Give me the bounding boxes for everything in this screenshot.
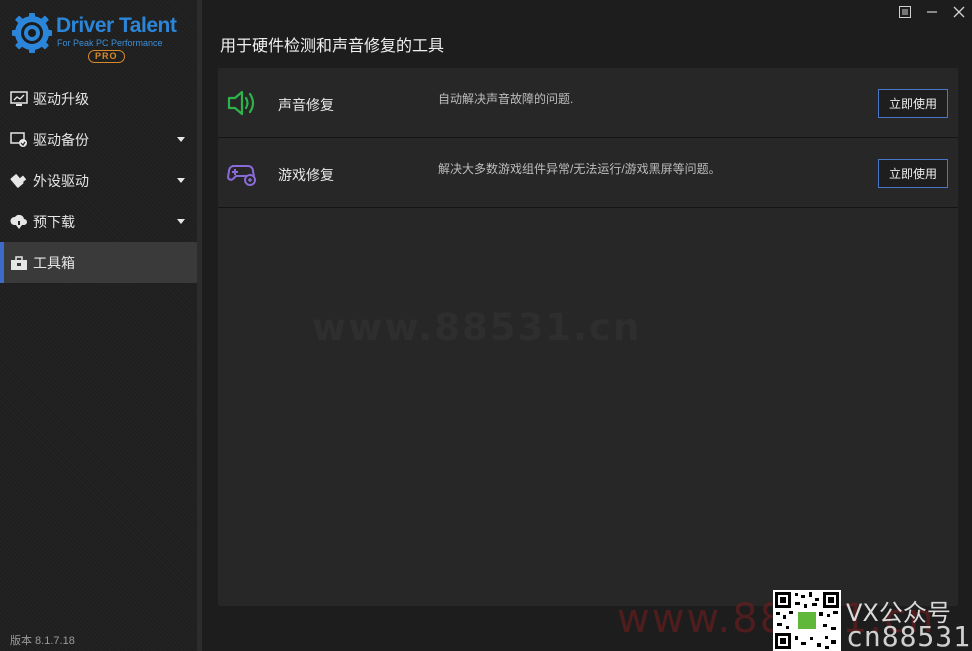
version-label: 版本 8.1.7.18 [10,635,75,647]
sidebar-item-label: 工具箱 [33,254,75,271]
tool-description: 解决大多数游戏组件异常/无法运行/游戏黑屏等问题。 [438,162,721,176]
close-button[interactable] [945,0,972,24]
minimize-button[interactable] [918,0,945,24]
page-title: 用于硬件检测和声音修复的工具 [220,38,445,55]
chevron-down-icon [177,137,185,142]
backup-icon [10,131,27,147]
menu-icon [898,6,911,18]
sidebar-item-driver-backup[interactable]: 驱动备份 [0,119,197,160]
app-logo: Driver Talent For Peak PC Performance PR… [10,10,190,66]
driver-talent-window: Driver Talent For Peak PC Performance PR… [0,0,972,651]
sidebar-item-peripheral-drivers[interactable]: 外设驱动 [0,160,197,201]
monitor-icon [10,90,28,106]
sidebar-item-label: 预下载 [33,213,75,230]
sidebar-item-driver-upgrade[interactable]: 驱动升级 [0,78,197,119]
gamepad-icon [226,165,256,186]
tool-row-sound-repair: 声音修复 自动解决声音故障的问题. 立即使用 [218,68,958,138]
logo-subtitle: For Peak PC Performance [57,38,163,48]
close-icon [953,6,964,18]
use-now-button[interactable]: 立即使用 [878,89,948,118]
qr-code-icon [773,590,841,651]
logo-title: Driver Talent [56,14,177,37]
sidebar-item-label: 驱动备份 [33,131,89,148]
tool-name: 声音修复 [278,97,334,113]
tool-name: 游戏修复 [278,167,334,183]
sidebar-nav: 驱动升级 驱动备份 外设驱动 预下载 工具箱 [0,78,197,283]
toolbox-icon [11,255,27,270]
minimize-icon [926,11,937,13]
sidebar-item-label: 驱动升级 [33,90,89,107]
tool-description: 自动解决声音故障的问题. [438,92,574,106]
chevron-down-icon [177,219,185,224]
chevron-down-icon [177,178,185,183]
sidebar-item-toolbox[interactable]: 工具箱 [0,242,197,283]
pro-badge: PRO [88,50,125,63]
window-controls [891,0,972,24]
menu-button[interactable] [891,0,918,24]
usb-icon [10,173,27,188]
sidebar-item-pre-download[interactable]: 预下载 [0,201,197,242]
use-now-button[interactable]: 立即使用 [878,159,948,188]
cloud-download-icon [10,214,27,229]
watermark-center: www.88531.cn [312,306,642,349]
sidebar-divider [197,0,202,651]
sidebar: Driver Talent For Peak PC Performance PR… [0,0,197,651]
vx-watermark-line2: cn88531 [846,620,972,651]
speaker-icon [227,90,255,116]
gear-logo-icon [12,13,52,53]
tool-row-game-repair: 游戏修复 解决大多数游戏组件异常/无法运行/游戏黑屏等问题。 立即使用 [218,138,958,208]
sidebar-item-label: 外设驱动 [33,172,89,189]
